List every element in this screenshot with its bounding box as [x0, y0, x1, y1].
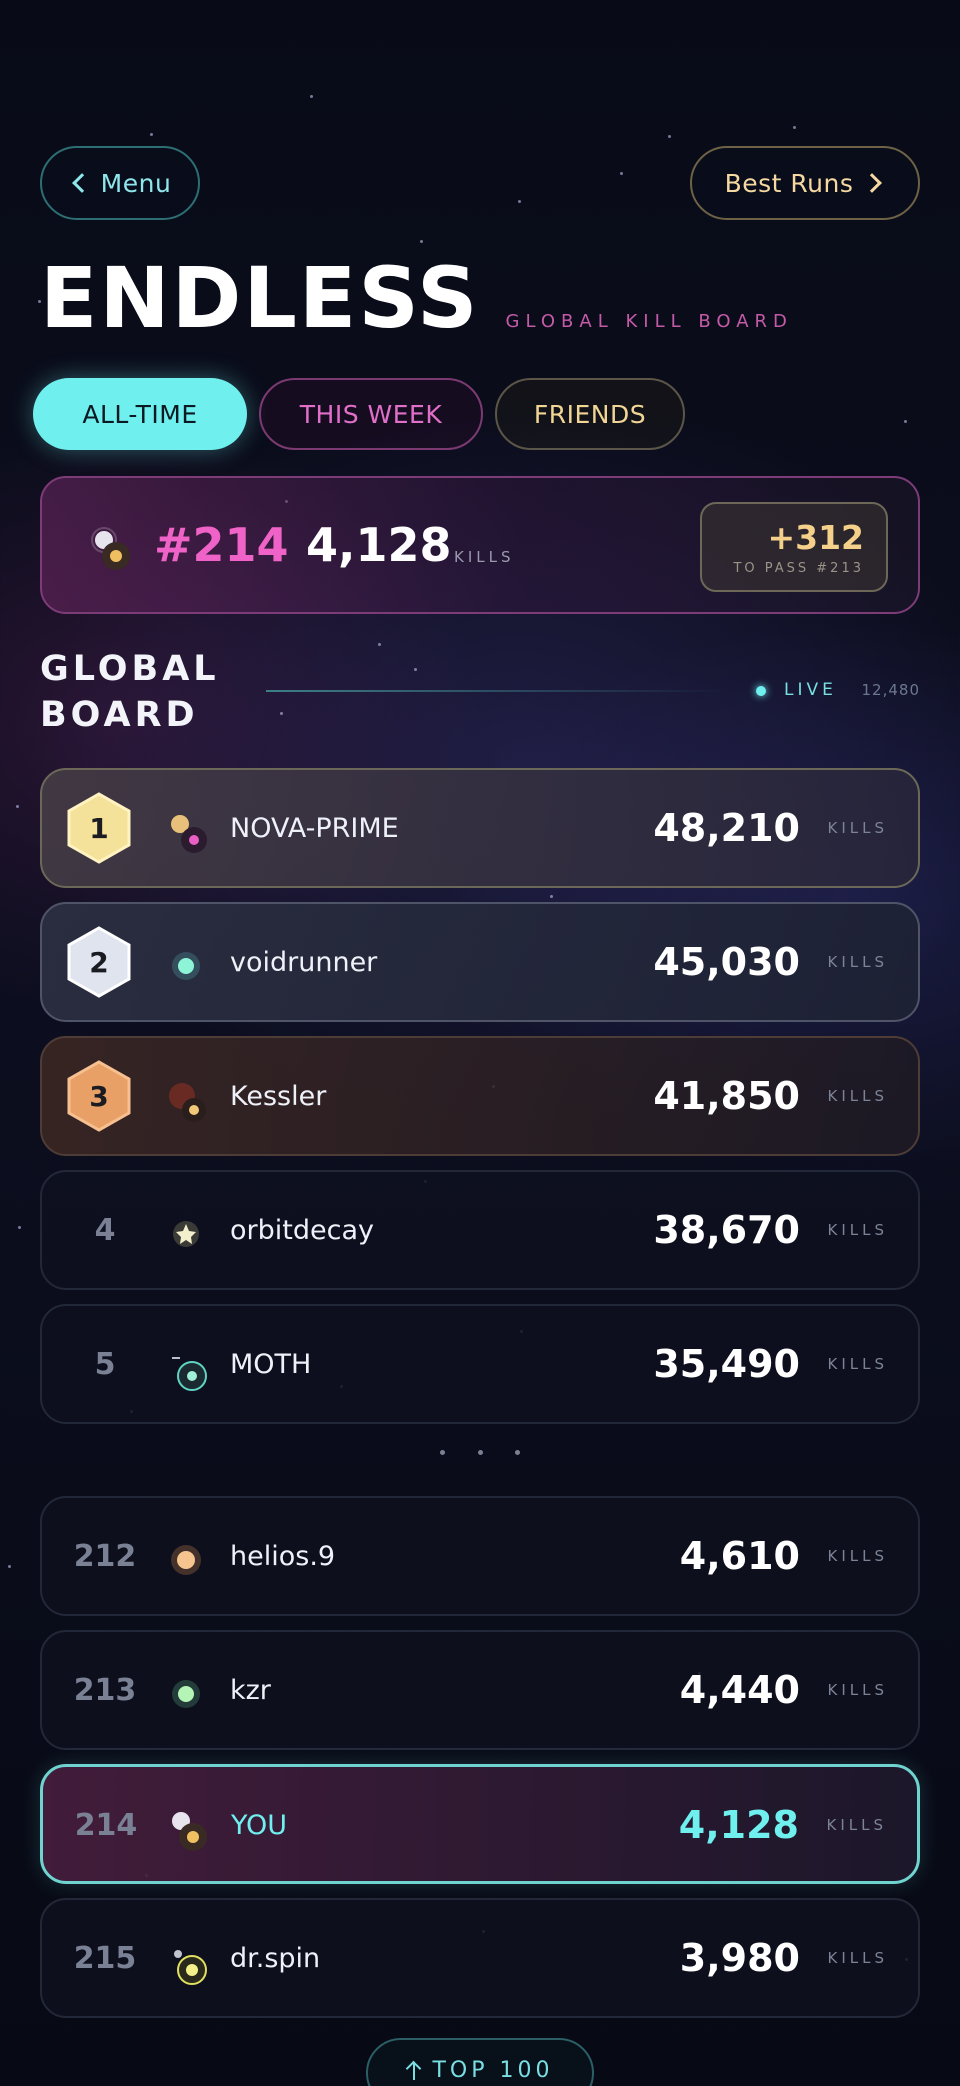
- kills-label: KILLS: [826, 1816, 887, 1834]
- player-kills: 35,490: [653, 1342, 800, 1386]
- player-kills: 45,030: [653, 940, 800, 984]
- kills-label: KILLS: [827, 1087, 888, 1105]
- page-header: ENDLESS GLOBAL KILL BOARD: [40, 256, 793, 340]
- kills-label: KILLS: [827, 1547, 888, 1565]
- live-indicator-icon: [756, 686, 766, 696]
- chevron-left-icon: [71, 173, 92, 193]
- arrow-up-icon: [406, 2058, 422, 2080]
- tab-this-week[interactable]: THIS WEEK: [259, 378, 483, 450]
- live-count: 12,480: [861, 681, 920, 699]
- player-avatar-icon: [172, 1812, 207, 1851]
- leaderboard-row[interactable]: 2 voidrunner 45,030 KILLS: [40, 902, 920, 1022]
- top-bar: Menu Best Runs: [40, 146, 920, 220]
- player-name: voidrunner: [230, 946, 378, 978]
- rank-number: 2: [89, 945, 109, 979]
- player-avatar-icon: [172, 1357, 207, 1391]
- to-pass-box: +312 TO PASS #213: [700, 502, 888, 592]
- rank-number: 5: [94, 1346, 116, 1382]
- player-kills: 4,128: [678, 1803, 799, 1847]
- leaderboard-row[interactable]: 213 kzr 4,440 KILLS: [40, 1630, 920, 1750]
- divider: [266, 690, 726, 692]
- my-kills-label: KILLS: [454, 548, 515, 566]
- leaderboard-row[interactable]: 4 orbitdecay 38,670 KILLS: [40, 1170, 920, 1290]
- chevron-right-icon: [862, 173, 883, 193]
- rank-number: 213: [73, 1672, 137, 1708]
- player-avatar-icon: [171, 1545, 201, 1575]
- player-kills: 41,850: [653, 1074, 800, 1118]
- leaderboard-row[interactable]: 5 MOTH 35,490 KILLS: [40, 1304, 920, 1424]
- player-avatar-icon: [174, 1950, 207, 1985]
- player-avatar-icon: [169, 1083, 206, 1122]
- rank-number: 4: [94, 1212, 116, 1248]
- top-100-button[interactable]: TOP 100: [366, 2038, 594, 2086]
- page-subtitle: GLOBAL KILL BOARD: [505, 311, 793, 332]
- kills-label: KILLS: [827, 1681, 888, 1699]
- page-title: ENDLESS: [40, 249, 480, 347]
- kills-label: KILLS: [827, 1221, 888, 1239]
- kills-label: KILLS: [827, 1949, 888, 1967]
- my-rank-value: #214: [154, 518, 289, 572]
- leaderboard-row[interactable]: 1 NOVA-PRIME 48,210 KILLS: [40, 768, 920, 888]
- kills-label: KILLS: [827, 819, 888, 837]
- board-header: GLOBAL BOARD LIVE 12,480: [40, 646, 920, 736]
- best-runs-button[interactable]: Best Runs: [690, 146, 920, 220]
- leaderboard-row-you[interactable]: 214 YOU 4,128 KILLS: [40, 1764, 920, 1884]
- player-kills: 4,610: [679, 1534, 800, 1578]
- player-avatar-icon: [172, 1680, 200, 1708]
- menu-button-label: Menu: [100, 168, 172, 198]
- to-pass-value: +312: [767, 518, 864, 557]
- rank-number: 212: [73, 1538, 137, 1574]
- player-name: kzr: [230, 1674, 271, 1706]
- player-name: orbitdecay: [230, 1214, 374, 1246]
- player-avatar-icon: [171, 815, 207, 853]
- rank-number: 214: [74, 1807, 138, 1843]
- leaderboard-row[interactable]: 3 Kessler 41,850 KILLS: [40, 1036, 920, 1156]
- leaderboard-row[interactable]: 212 helios.9 4,610 KILLS: [40, 1496, 920, 1616]
- period-tabs: ALL-TIME THIS WEEK FRIENDS: [33, 378, 685, 450]
- player-avatar-icon: [172, 952, 200, 980]
- leaderboard-row[interactable]: 215 dr.spin 3,980 KILLS: [40, 1898, 920, 2018]
- to-pass-label: TO PASS #213: [733, 561, 864, 576]
- player-kills: 48,210: [653, 806, 800, 850]
- player-name: MOTH: [230, 1348, 312, 1380]
- player-kills: 38,670: [653, 1208, 800, 1252]
- player-name: helios.9: [230, 1540, 336, 1572]
- ellipsis-separator: [440, 1450, 520, 1455]
- player-avatar-icon: [91, 527, 130, 570]
- player-name: YOU: [231, 1809, 288, 1841]
- my-kills-value: 4,128: [306, 518, 452, 572]
- player-name: Kessler: [230, 1080, 327, 1112]
- menu-button[interactable]: Menu: [40, 146, 200, 220]
- kills-label: KILLS: [827, 1355, 888, 1373]
- kills-label: KILLS: [827, 953, 888, 971]
- player-kills: 3,980: [679, 1936, 800, 1980]
- rank-number: 3: [89, 1079, 109, 1113]
- best-runs-button-label: Best Runs: [724, 168, 854, 198]
- rank-number: 1: [89, 811, 109, 845]
- player-kills: 4,440: [679, 1668, 800, 1712]
- player-name: dr.spin: [230, 1942, 321, 1974]
- player-name: NOVA-PRIME: [230, 812, 399, 844]
- rank-number: 215: [73, 1940, 137, 1976]
- live-label: LIVE: [784, 680, 837, 700]
- tab-all-time[interactable]: ALL-TIME: [33, 378, 247, 450]
- player-avatar-icon: [173, 1221, 199, 1247]
- my-rank-card: #214 4,128 KILLS +312 TO PASS #213: [40, 476, 920, 614]
- tab-friends[interactable]: FRIENDS: [495, 378, 685, 450]
- top-100-label: TOP 100: [432, 2058, 554, 2083]
